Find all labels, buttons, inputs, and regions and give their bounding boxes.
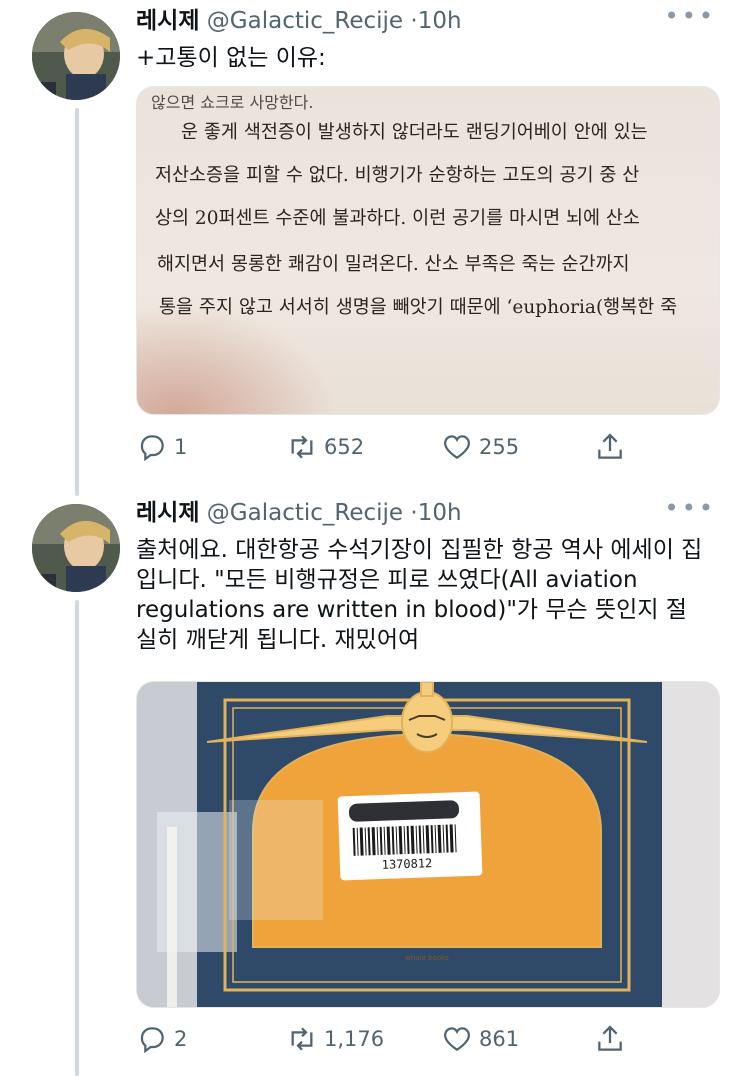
tweet-image-book-cover[interactable]: 1370812 whale books [136, 681, 720, 1008]
tweet-text: 출처에요. 대한항공 수석기장이 집필한 항공 역사 에세이 집입니다. "모든… [136, 537, 703, 653]
reply-button[interactable]: 2 [136, 1021, 187, 1057]
book-page-line: 해지면서 몽롱한 쾌감이 밀려온다. 산소 부족은 죽는 순간까지 [157, 254, 630, 275]
share-button[interactable] [594, 1021, 626, 1057]
tweet-header: 레시제 @Galactic_Recije ·10h [136, 498, 462, 528]
tweet-actions: 2 1,176 861 [136, 1021, 636, 1057]
tweet-actions: 1 652 255 [136, 429, 636, 465]
book-page-line: 통을 주지 않고 서서히 생명을 빼앗기 때문에 ‘euphoria(행복한 죽 [159, 297, 678, 318]
reply-count: 2 [174, 1027, 188, 1051]
barcode-number: 1370812 [381, 856, 432, 872]
timestamp[interactable]: 10h [418, 8, 462, 34]
share-icon [598, 1025, 622, 1051]
tweet-image-book-page[interactable]: 않으면 쇼크로 사망한다. 운 좋게 색전증이 발생하지 않더라도 랜딩기어베이… [136, 86, 720, 415]
tweet-header: 레시제 @Galactic_Recije ·10h [136, 6, 462, 36]
more-icon[interactable]: ••• [665, 2, 716, 30]
display-name[interactable]: 레시제 [136, 500, 199, 526]
retweet-count: 1,176 [324, 1027, 385, 1051]
reply-count: 1 [174, 435, 188, 459]
reply-icon [140, 435, 164, 462]
book-cover-photo: 1370812 whale books [137, 682, 719, 1007]
tweet-text: +고통이 없는 이유: [136, 45, 326, 71]
like-button[interactable]: 861 [441, 1021, 519, 1057]
reply-icon [140, 1027, 164, 1054]
time-separator: · [410, 8, 418, 34]
retweet-button[interactable]: 652 [286, 429, 364, 465]
user-handle[interactable]: @Galactic_Recije [207, 500, 403, 526]
reply-button[interactable]: 1 [136, 429, 187, 465]
avatar[interactable] [32, 504, 120, 592]
retweet-count: 652 [324, 435, 365, 459]
book-page-line: 상의 20퍼센트 수준에 불과하다. 이런 공기를 마시면 뇌에 산소 [155, 208, 640, 229]
book-page-line: 않으면 쇼크로 사망한다. [151, 93, 314, 112]
thread-line [75, 108, 79, 496]
like-count: 861 [479, 1027, 520, 1051]
share-button[interactable] [594, 429, 626, 465]
retweet-icon [291, 1027, 313, 1051]
publisher-logo: whale books [405, 954, 449, 962]
display-name[interactable]: 레시제 [136, 8, 199, 34]
retweet-icon [291, 435, 313, 459]
thread-line [75, 600, 79, 1076]
time-separator: · [410, 500, 418, 526]
retweet-button[interactable]: 1,176 [286, 1021, 384, 1057]
heart-icon [444, 1027, 470, 1051]
heart-icon [444, 435, 470, 459]
more-icon[interactable]: ••• [665, 494, 716, 522]
timestamp[interactable]: 10h [418, 500, 462, 526]
user-handle[interactable]: @Galactic_Recije [207, 8, 403, 34]
book-page-line: 저산소증을 피할 수 없다. 비행기가 순항하는 고도의 공기 중 산 [155, 165, 640, 186]
like-count: 255 [479, 435, 520, 459]
book-page-line: 운 좋게 색전증이 발생하지 않더라도 랜딩기어베이 안에 있는 [181, 122, 648, 143]
like-button[interactable]: 255 [441, 429, 519, 465]
share-icon [598, 433, 622, 459]
avatar[interactable] [32, 12, 120, 100]
